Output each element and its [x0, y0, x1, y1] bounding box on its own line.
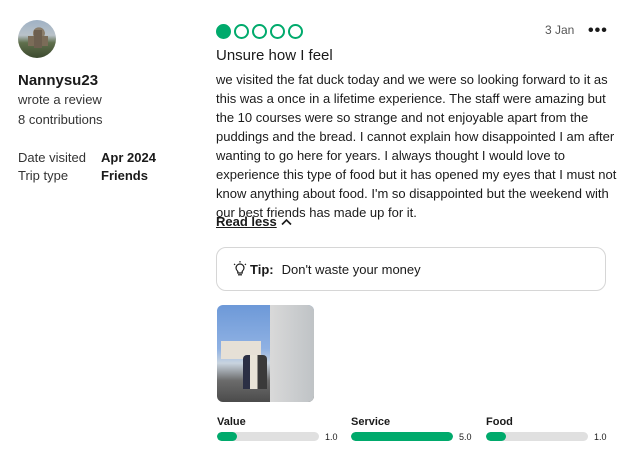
- tip-text: Don't waste your money: [281, 261, 421, 277]
- score-bar-fill: [217, 432, 238, 441]
- rating-bubble-empty: [252, 24, 267, 39]
- rating-bubble-empty: [270, 24, 285, 39]
- rating-bubble-empty: [234, 24, 249, 39]
- read-less-button[interactable]: Read less: [216, 214, 292, 229]
- review-date: 3 Jan: [545, 23, 575, 37]
- bubble-rating: [216, 24, 303, 39]
- contributions-count: 8 contributions: [18, 112, 103, 127]
- avatar[interactable]: [18, 20, 56, 58]
- review-title: Unsure how I feel: [216, 47, 333, 64]
- score-bar-food: [486, 432, 588, 441]
- reviewer-username[interactable]: Nannysu23: [18, 72, 98, 89]
- trip-type-value: Friends: [101, 168, 148, 183]
- trip-type-label: Trip type: [18, 168, 69, 183]
- score-number-food: 1.0: [594, 432, 607, 442]
- review-body: we visited the fat duck today and we wer…: [216, 72, 617, 220]
- review-photo[interactable]: [217, 305, 314, 402]
- tip-label: Tip:: [250, 261, 274, 277]
- more-options-icon[interactable]: •••: [588, 22, 608, 40]
- score-bar-fill: [486, 432, 507, 441]
- tip-box: Tip: Don't waste your money: [216, 247, 606, 291]
- score-bar-fill: [351, 432, 453, 441]
- score-label-food: Food: [486, 416, 513, 428]
- date-visited-value: Apr 2024: [101, 150, 156, 165]
- review-action-text: wrote a review: [18, 92, 102, 107]
- score-number-service: 5.0: [459, 432, 472, 442]
- score-number-value: 1.0: [325, 432, 338, 442]
- rating-bubble-filled: [216, 24, 231, 39]
- rating-bubble-empty: [288, 24, 303, 39]
- lightbulb-icon: [233, 261, 247, 277]
- date-visited-label: Date visited: [18, 150, 86, 165]
- read-less-label: Read less: [216, 214, 277, 229]
- chevron-up-icon: [281, 214, 292, 229]
- score-label-service: Service: [351, 416, 391, 428]
- score-bar-value: [217, 432, 319, 441]
- score-bar-service: [351, 432, 453, 441]
- score-label-value: Value: [217, 416, 246, 428]
